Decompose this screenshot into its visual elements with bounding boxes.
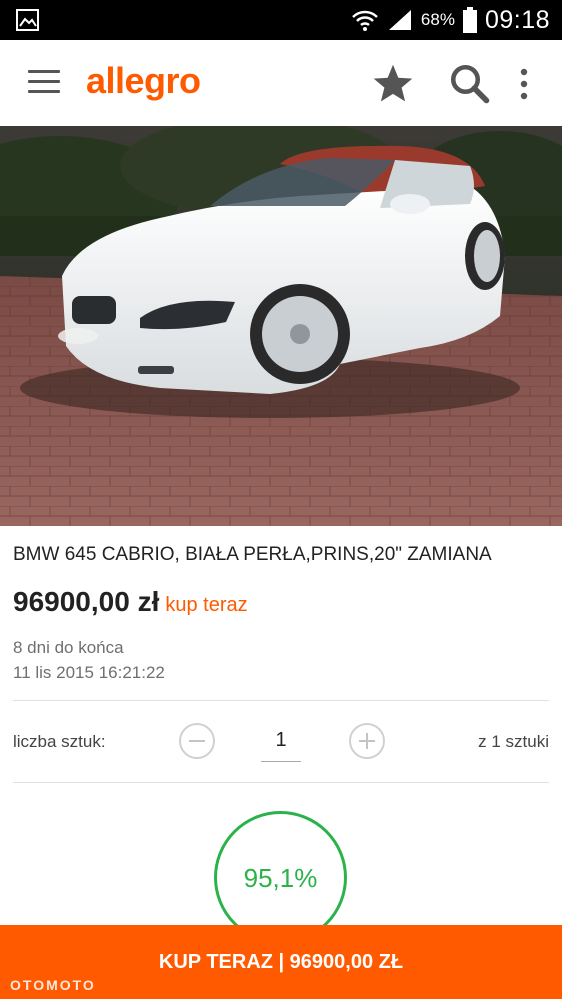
- clock: 09:18: [484, 5, 550, 34]
- more-vert-icon[interactable]: [512, 66, 536, 102]
- gallery-notification-icon: [16, 9, 39, 31]
- app-bar: allegro: [0, 40, 562, 126]
- divider: [13, 700, 549, 701]
- allegro-logo[interactable]: allegro: [86, 60, 201, 102]
- wifi-icon: [352, 10, 378, 31]
- time-left: 8 dni do końca: [13, 638, 124, 657]
- car-photo-illustration: [0, 126, 562, 526]
- quantity-available: z 1 sztuki: [478, 732, 549, 751]
- status-bar: 68% 09:18: [0, 0, 562, 40]
- end-date: 11 lis 2015 16:21:22: [13, 663, 165, 682]
- otomoto-watermark: OTOMOTO: [10, 977, 96, 993]
- price-row: 96900,00 zł kup teraz: [13, 586, 248, 618]
- buy-now-button-label: KUP TERAZ | 96900,00 ZŁ: [158, 951, 404, 973]
- buy-now-tag: kup teraz: [165, 594, 248, 616]
- listing-title: BMW 645 CABRIO, BIAŁA PERŁA,PRINS,20" ZA…: [13, 544, 492, 565]
- price: 96900,00 zł: [13, 586, 160, 617]
- star-icon[interactable]: [371, 62, 415, 106]
- seller-rating-value: 95,1%: [243, 863, 318, 893]
- signal-icon: [388, 10, 411, 30]
- battery-icon: [462, 7, 477, 33]
- minus-icon[interactable]: [179, 723, 215, 759]
- search-icon[interactable]: [448, 62, 490, 104]
- battery-percent: 68%: [420, 10, 455, 29]
- car-photo[interactable]: [0, 126, 562, 526]
- plus-icon[interactable]: [349, 723, 385, 759]
- quantity-input[interactable]: [261, 720, 301, 762]
- status-icons: 68% 09:18: [351, 0, 550, 40]
- quantity-label: liczba sztuk:: [13, 732, 106, 751]
- divider: [13, 782, 549, 783]
- menu-icon[interactable]: [28, 70, 60, 96]
